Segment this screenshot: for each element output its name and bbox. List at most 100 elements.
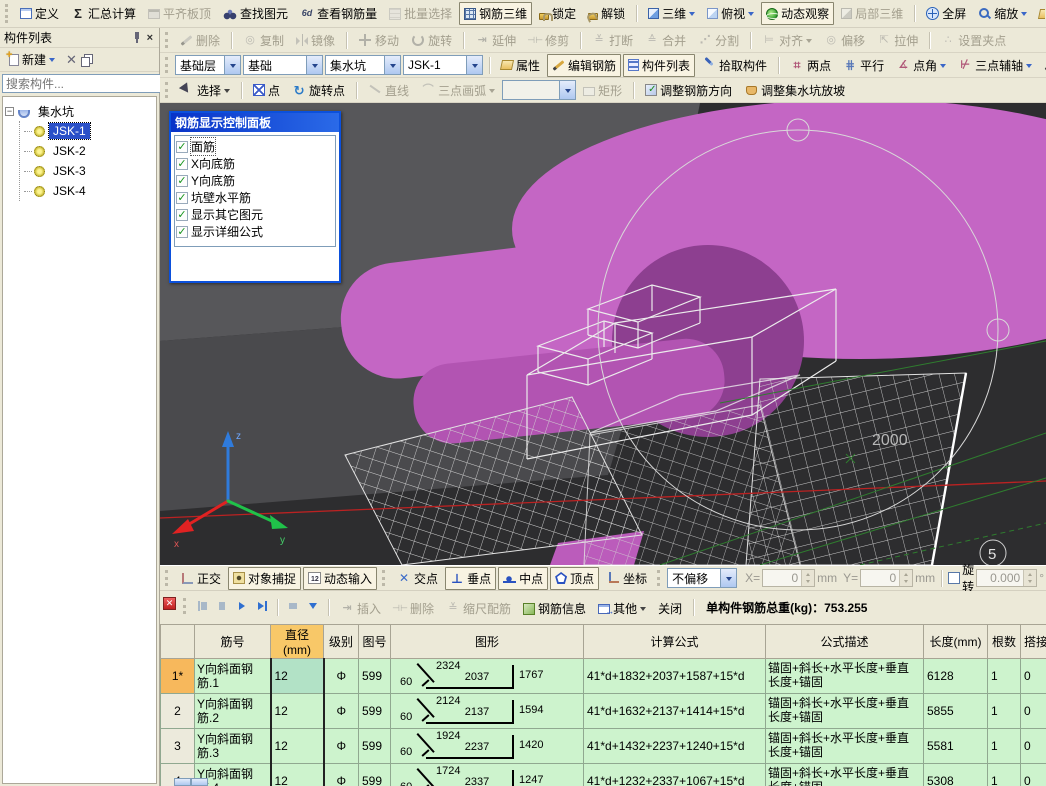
- cell-rebar-name[interactable]: Y向斜面钢筋.2: [195, 694, 271, 729]
- close-table-button[interactable]: 关闭: [653, 597, 687, 620]
- new-component-button[interactable]: 新建: [4, 48, 60, 71]
- cell-level[interactable]: Φ: [324, 729, 359, 764]
- layer-select[interactable]: 基础层: [175, 55, 241, 75]
- cell-length[interactable]: 5581: [924, 729, 988, 764]
- cell-formula[interactable]: 41*d+1232+2337+1067+15*d: [584, 764, 766, 786]
- cell-figure[interactable]: 599: [359, 729, 391, 764]
- category-select[interactable]: 基础: [243, 55, 323, 75]
- cell-shape[interactable]: 2124 60 2137 1594: [391, 694, 584, 729]
- copy-icon[interactable]: [81, 57, 90, 67]
- scroll-right-button[interactable]: [191, 778, 208, 786]
- col-header-desc[interactable]: 公式描述: [766, 625, 924, 659]
- other-button[interactable]: 其他: [593, 597, 651, 620]
- last-row-button[interactable]: [253, 597, 271, 615]
- cell-length[interactable]: 6128: [924, 659, 988, 694]
- close-icon[interactable]: ×: [145, 32, 155, 44]
- move-down-button[interactable]: [304, 597, 322, 615]
- dialog-titlebar[interactable]: 钢筋显示控制面板: [171, 113, 339, 132]
- chevron-down-icon[interactable]: [720, 569, 736, 587]
- chevron-down-icon[interactable]: [748, 12, 754, 19]
- find-element-button[interactable]: 查找图元: [218, 2, 293, 25]
- option-pit-wall-rebar[interactable]: 坑壁水平筋: [176, 189, 334, 206]
- pin-icon[interactable]: [133, 32, 141, 43]
- select-button[interactable]: 选择: [175, 79, 235, 102]
- adjust-rebar-direction-button[interactable]: 调整钢筋方向: [640, 79, 737, 102]
- rebar-info-button[interactable]: 钢筋信息: [518, 597, 591, 620]
- tree-item-label[interactable]: JSK-3: [49, 163, 90, 179]
- lock-button[interactable]: 锁定: [534, 2, 581, 25]
- rotate-checkbox[interactable]: [948, 572, 960, 584]
- two-point-axis-button[interactable]: 两点: [785, 54, 836, 77]
- row-number[interactable]: 2: [161, 694, 195, 729]
- col-header-shape[interactable]: 图形: [391, 625, 584, 659]
- col-header-count[interactable]: 根数: [988, 625, 1021, 659]
- tree-item-jsk3[interactable]: JSK-3: [24, 161, 154, 181]
- attributes-button[interactable]: 属性: [496, 54, 545, 77]
- coordinate-button[interactable]: 坐标: [601, 567, 652, 590]
- toolbar-grip[interactable]: [165, 82, 170, 99]
- checkbox-checked-icon[interactable]: [176, 141, 188, 153]
- view-3d-button[interactable]: 三维: [643, 2, 700, 25]
- tree-item-label[interactable]: JSK-4: [49, 183, 90, 199]
- type-select[interactable]: 集水坑: [325, 55, 401, 75]
- chevron-down-icon[interactable]: [640, 607, 646, 614]
- cell-count[interactable]: 1: [988, 729, 1021, 764]
- horizontal-scrollbar[interactable]: [174, 778, 208, 786]
- table-row[interactable]: 1* Y向斜面钢筋.1 12 Φ 599 2324 60 2037 1767 4…: [161, 659, 1046, 694]
- ortho-button[interactable]: 正交: [175, 567, 226, 590]
- cell-formula[interactable]: 41*d+1632+2137+1414+15*d: [584, 694, 766, 729]
- cell-figure[interactable]: 599: [359, 694, 391, 729]
- point-angle-button[interactable]: 点角: [891, 54, 951, 77]
- 3d-viewport[interactable]: z x y 2000 5 钢筋显示控制面板 面筋 X向底筋 Y向底筋 坑壁水平筋…: [160, 103, 1046, 565]
- option-show-other-elements[interactable]: 显示其它图元: [176, 206, 334, 223]
- delete-axis-button[interactable]: 删除辅轴: [1039, 54, 1046, 77]
- toolbar-grip[interactable]: [165, 57, 170, 74]
- cell-rebar-name[interactable]: Y向斜面钢筋.1: [195, 659, 271, 694]
- option-show-detail-formula[interactable]: 显示详细公式: [176, 223, 334, 240]
- chevron-down-icon[interactable]: [306, 56, 322, 74]
- osnap-button[interactable]: 对象捕捉: [228, 567, 301, 590]
- col-header-lap[interactable]: 搭接: [1021, 625, 1046, 659]
- cell-level[interactable]: Φ: [324, 764, 359, 786]
- toolbar-grip[interactable]: [657, 570, 662, 587]
- summary-calc-button[interactable]: 汇总计算: [66, 2, 141, 25]
- vertex-snap-button[interactable]: 顶点: [550, 567, 599, 590]
- cell-formula-desc[interactable]: 锚固+斜长+水平长度+垂直长度+锚固: [766, 729, 924, 764]
- fullscreen-button[interactable]: 全屏: [921, 2, 971, 25]
- chevron-down-icon[interactable]: [689, 12, 695, 19]
- toolbar-grip[interactable]: [382, 570, 387, 587]
- define-button[interactable]: 定义: [15, 2, 64, 25]
- chevron-down-icon[interactable]: [1021, 12, 1027, 19]
- view-rebar-qty-button[interactable]: 查看钢筋量: [295, 2, 382, 25]
- tree-root-row[interactable]: 集水坑: [5, 101, 154, 121]
- three-point-axis-button[interactable]: 三点辅轴: [953, 54, 1037, 77]
- chevron-down-icon[interactable]: [49, 58, 55, 65]
- chevron-down-icon[interactable]: [224, 89, 230, 96]
- col-header-length[interactable]: 长度(mm): [924, 625, 988, 659]
- rebar-3d-button[interactable]: 钢筋三维: [459, 2, 532, 25]
- cell-diameter[interactable]: 12: [271, 694, 324, 729]
- tree-item-jsk2[interactable]: JSK-2: [24, 141, 154, 161]
- cell-shape[interactable]: 2324 60 2037 1767: [391, 659, 584, 694]
- col-header-level[interactable]: 级别: [324, 625, 359, 659]
- edit-rebar-button[interactable]: 编辑钢筋: [547, 54, 621, 77]
- cell-level[interactable]: Φ: [324, 694, 359, 729]
- next-row-button[interactable]: [233, 597, 251, 615]
- table-row[interactable]: 4 Y向斜面钢筋.4 12 Φ 599 1724 60 2337 1247 41…: [161, 764, 1046, 786]
- collapse-icon[interactable]: [5, 107, 14, 116]
- perpendicular-snap-button[interactable]: 垂点: [445, 567, 496, 590]
- cell-figure[interactable]: 599: [359, 764, 391, 786]
- tree-item-jsk1[interactable]: JSK-1: [24, 121, 154, 141]
- cell-diameter[interactable]: 12: [271, 659, 324, 694]
- chevron-down-icon[interactable]: [466, 56, 482, 74]
- cell-diameter[interactable]: 12: [271, 764, 324, 786]
- cell-length[interactable]: 5855: [924, 694, 988, 729]
- point-button[interactable]: 点: [248, 79, 285, 102]
- checkbox-checked-icon[interactable]: [176, 226, 188, 238]
- cell-length[interactable]: 5308: [924, 764, 988, 786]
- adjust-pit-slope-button[interactable]: 调整集水坑放坡: [739, 79, 850, 102]
- offset-mode-select[interactable]: 不偏移: [667, 568, 737, 588]
- tree-root-label[interactable]: 集水坑: [34, 102, 78, 121]
- intersect-snap-button[interactable]: 交点: [392, 567, 443, 590]
- cell-count[interactable]: 1: [988, 694, 1021, 729]
